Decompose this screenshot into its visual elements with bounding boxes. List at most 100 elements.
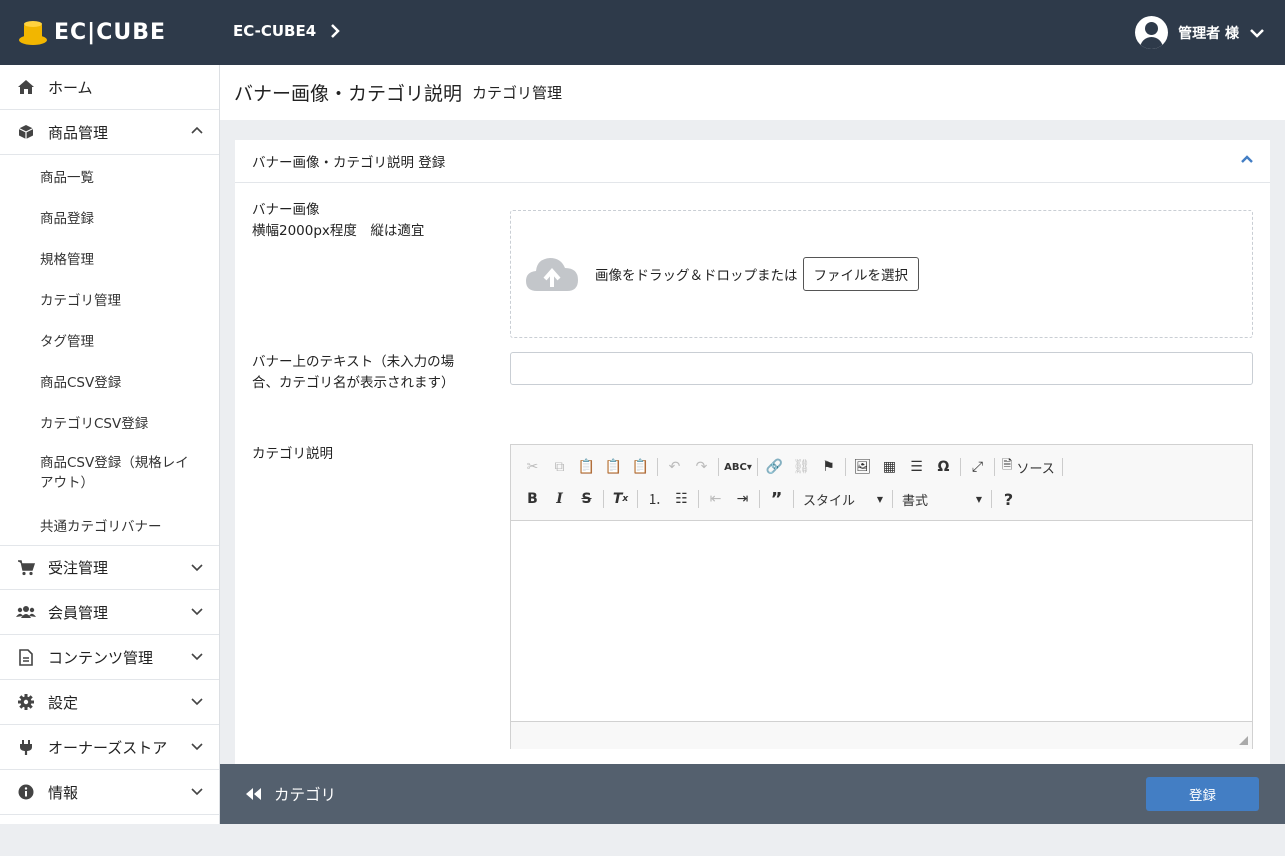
editor-toolbar: ✂ ⧉ 📋 📋 📋 ↶ ↷ ABC▾ 🔗 ⛓ ⚑ 🖼 ▦ ☰ Ω ⤢ 🗎 ソース… bbox=[511, 445, 1252, 521]
copy-icon[interactable]: ⧉ bbox=[546, 454, 573, 480]
sidebar-item-settings[interactable]: 設定 bbox=[0, 680, 219, 725]
submenu-class-management[interactable]: 規格管理 bbox=[0, 237, 219, 278]
collapse-chevron-icon[interactable] bbox=[1240, 154, 1254, 164]
editor-content-area[interactable] bbox=[511, 521, 1252, 721]
submenu-common-category-banner[interactable]: 共通カテゴリバナー bbox=[0, 504, 219, 545]
chevron-down-icon bbox=[191, 608, 203, 616]
sidebar-item-info[interactable]: 情報 bbox=[0, 770, 219, 815]
numbered-list-icon[interactable]: ⒈ bbox=[641, 486, 668, 512]
bullet-list-icon[interactable]: ☷ bbox=[668, 486, 695, 512]
back-to-category-link[interactable]: カテゴリ bbox=[244, 783, 336, 805]
source-button[interactable]: 🗎 ソース bbox=[998, 456, 1059, 478]
horizontal-rule-icon[interactable]: ☰ bbox=[903, 454, 930, 480]
sidebar-item-label: 設定 bbox=[48, 693, 79, 712]
file-icon bbox=[16, 648, 36, 666]
register-button[interactable]: 登録 bbox=[1146, 777, 1259, 811]
sidebar-item-label: 情報 bbox=[48, 783, 79, 802]
submenu-label: 商品CSV登録（規格レイアウト） bbox=[40, 455, 189, 491]
logo-text: EC|CUBE bbox=[54, 19, 167, 45]
outdent-icon[interactable]: ⇤ bbox=[702, 486, 729, 512]
plug-icon bbox=[16, 739, 36, 756]
table-icon[interactable]: ▦ bbox=[876, 454, 903, 480]
style-dropdown[interactable]: スタイル ▼ bbox=[797, 487, 889, 511]
page-title-bar: バナー画像・カテゴリ説明 カテゴリ管理 bbox=[220, 65, 1285, 120]
submenu-product-register[interactable]: 商品登録 bbox=[0, 196, 219, 237]
redo-icon[interactable]: ↷ bbox=[688, 454, 715, 480]
chevron-down-icon bbox=[191, 788, 203, 796]
submenu-category-management[interactable]: カテゴリ管理 bbox=[0, 278, 219, 319]
link-icon[interactable]: 🔗 bbox=[761, 454, 788, 480]
submenu-product-list[interactable]: 商品一覧 bbox=[0, 155, 219, 196]
sidebar-item-products[interactable]: 商品管理 bbox=[0, 110, 219, 155]
sidebar-item-home[interactable]: ホーム bbox=[0, 65, 219, 110]
blockquote-icon[interactable]: ” bbox=[763, 486, 790, 512]
sidebar-item-label: コンテンツ管理 bbox=[48, 648, 154, 667]
card-header[interactable]: バナー画像・カテゴリ説明 登録 bbox=[235, 140, 1270, 183]
user-name: 管理者 様 bbox=[1178, 25, 1239, 42]
sidebar-item-owners-store[interactable]: オーナーズストア bbox=[0, 725, 219, 770]
gear-icon bbox=[16, 694, 36, 710]
banner-text-input[interactable] bbox=[510, 352, 1253, 385]
paste-icon[interactable]: 📋 bbox=[573, 454, 600, 480]
unlink-icon[interactable]: ⛓ bbox=[788, 454, 815, 480]
submenu-product-csv-class[interactable]: 商品CSV登録（規格レイアウト） bbox=[0, 442, 219, 504]
shop-name: EC-CUBE4 bbox=[233, 22, 317, 40]
submenu-category-csv[interactable]: カテゴリCSV登録 bbox=[0, 401, 219, 442]
ec-cube-logo[interactable]: EC|CUBE bbox=[18, 18, 166, 46]
source-icon: 🗎 bbox=[1002, 458, 1013, 473]
back-label: カテゴリ bbox=[274, 786, 337, 804]
users-icon bbox=[16, 605, 36, 619]
image-dropzone[interactable]: 画像をドラッグ＆ドロップまたは ファイルを選択 bbox=[510, 210, 1253, 338]
banner-image-title: バナー画像 bbox=[252, 202, 320, 218]
sidebar: ホーム 商品管理 商品一覧 商品登録 規格管理 カテゴリ管理 タグ管理 商品CS… bbox=[0, 65, 220, 824]
sidebar-item-orders[interactable]: 受注管理 bbox=[0, 545, 219, 590]
page-subtitle: カテゴリ管理 bbox=[472, 84, 563, 102]
products-submenu: 商品一覧 商品登録 規格管理 カテゴリ管理 タグ管理 商品CSV登録 カテゴリC… bbox=[0, 155, 219, 545]
submenu-product-csv[interactable]: 商品CSV登録 bbox=[0, 360, 219, 401]
editor-footer bbox=[511, 721, 1252, 749]
submenu-tag-management[interactable]: タグ管理 bbox=[0, 319, 219, 360]
bold-icon[interactable]: B bbox=[519, 486, 546, 512]
remove-format-icon[interactable]: Tx bbox=[607, 486, 634, 512]
paste-word-icon[interactable]: 📋 bbox=[627, 454, 654, 480]
italic-icon[interactable]: I bbox=[546, 486, 573, 512]
spellcheck-icon[interactable]: ABC▾ bbox=[722, 454, 754, 480]
shop-link[interactable]: EC-CUBE4 bbox=[233, 22, 340, 40]
maximize-icon[interactable]: ⤢ bbox=[964, 454, 991, 480]
sidebar-item-label: 商品管理 bbox=[48, 123, 109, 142]
cut-icon[interactable]: ✂ bbox=[519, 454, 546, 480]
sidebar-item-label: 受注管理 bbox=[48, 559, 109, 577]
resize-grip-icon[interactable] bbox=[1239, 736, 1248, 745]
undo-icon[interactable]: ↶ bbox=[661, 454, 688, 480]
chevron-down-icon bbox=[191, 653, 203, 661]
anchor-flag-icon[interactable]: ⚑ bbox=[815, 454, 842, 480]
sidebar-item-content[interactable]: コンテンツ管理 bbox=[0, 635, 219, 680]
format-dropdown[interactable]: 書式 ▼ bbox=[896, 487, 988, 511]
style-dropdown-label: スタイル bbox=[803, 493, 856, 509]
sidebar-item-label: ホーム bbox=[48, 78, 93, 97]
help-icon[interactable]: ? bbox=[995, 486, 1022, 512]
chevron-down-icon bbox=[191, 698, 203, 706]
info-icon bbox=[16, 784, 36, 800]
special-char-icon[interactable]: Ω bbox=[930, 454, 957, 480]
chevron-down-icon bbox=[191, 743, 203, 751]
avatar-icon bbox=[1135, 16, 1169, 49]
indent-icon[interactable]: ⇥ bbox=[729, 486, 756, 512]
cube-hat-icon bbox=[19, 21, 47, 45]
double-chevron-left-icon bbox=[246, 788, 261, 800]
strike-icon[interactable]: S bbox=[573, 486, 600, 512]
chevron-right-icon bbox=[331, 24, 340, 38]
chevron-down-icon bbox=[191, 564, 203, 572]
user-menu[interactable]: 管理者 様 bbox=[1135, 16, 1265, 49]
banner-image-hint: 横幅2000px程度 縦は適宜 bbox=[252, 223, 425, 239]
page-title: バナー画像・カテゴリ説明 bbox=[234, 83, 463, 105]
image-icon[interactable]: 🖼 bbox=[849, 454, 876, 480]
sidebar-item-members[interactable]: 会員管理 bbox=[0, 590, 219, 635]
card-title: バナー画像・カテゴリ説明 登録 bbox=[252, 155, 446, 171]
banner-text-label: バナー上のテキスト（未入力の場合、カテゴリ名が表示されます） bbox=[252, 354, 455, 391]
choose-file-button[interactable]: ファイルを選択 bbox=[802, 257, 919, 291]
paste-text-icon[interactable]: 📋 bbox=[600, 454, 627, 480]
box-icon bbox=[16, 124, 36, 140]
cloud-upload-icon bbox=[526, 258, 578, 291]
top-header: EC|CUBE EC-CUBE4 管理者 様 bbox=[0, 0, 1285, 65]
